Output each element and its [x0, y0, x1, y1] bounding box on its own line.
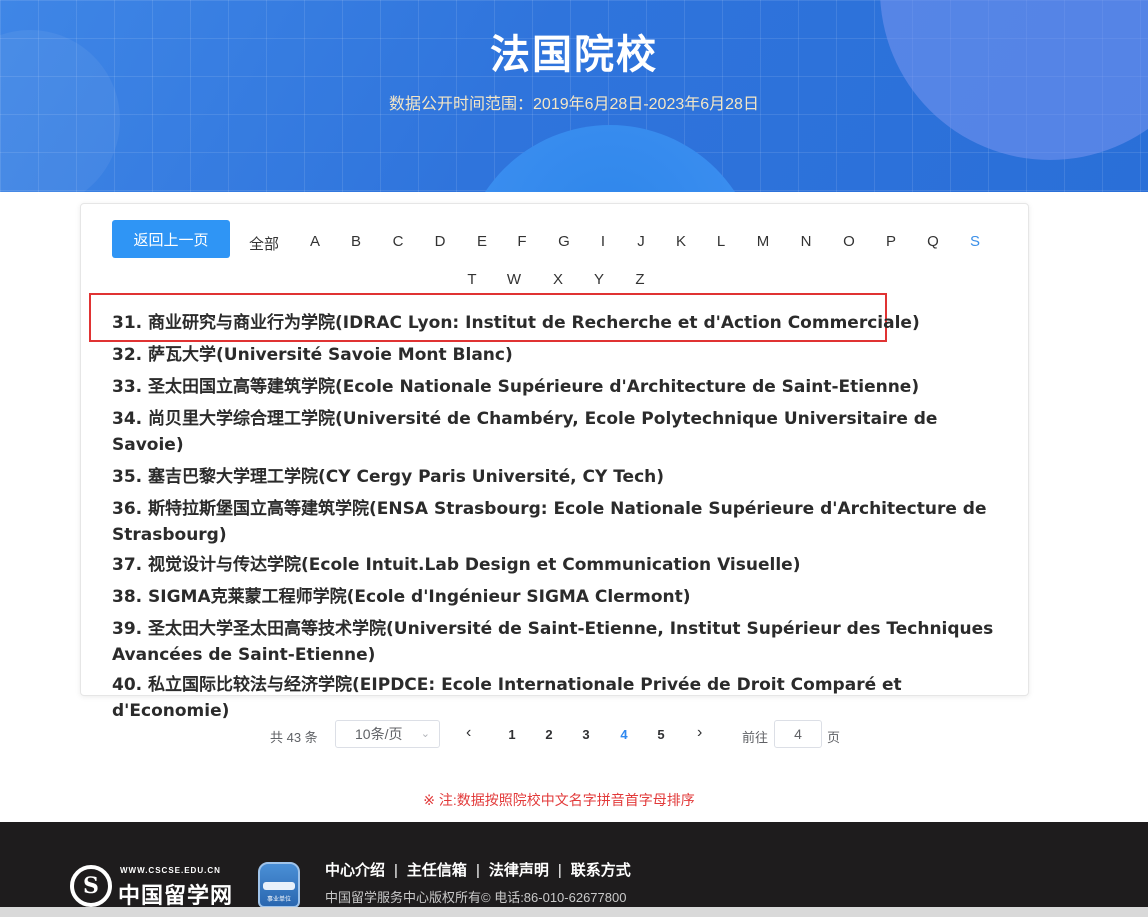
goto-page-suffix: 页	[827, 730, 841, 745]
sort-note: ※ 注:数据按照院校中文名字拼音首字母排序	[423, 792, 695, 808]
footer-link-separator: |	[557, 862, 562, 879]
filter-letter-n[interactable]: N	[801, 233, 812, 250]
logo-name: 中国留学网	[118, 883, 234, 909]
filter-letter-q[interactable]: Q	[927, 233, 939, 250]
filter-letter-o[interactable]: O	[843, 233, 855, 250]
school-list-item[interactable]: 35. 塞吉巴黎大学理工学院(CY Cergy Paris Université…	[112, 464, 1002, 490]
cscse-logo[interactable]: S WWW.CSCSE.EDU.CN 中国留学网	[70, 860, 235, 910]
page-number-1[interactable]: 1	[508, 727, 515, 742]
footer-link-contact[interactable]: 联系方式	[571, 862, 631, 879]
footer-link-about[interactable]: 中心介绍	[325, 862, 385, 879]
filter-letter-m[interactable]: M	[757, 233, 770, 250]
filter-letter-k[interactable]: K	[676, 233, 686, 250]
page-size-select[interactable]: 10条/页 ⌄	[335, 720, 440, 748]
school-list-item[interactable]: 36. 斯特拉斯堡国立高等建筑学院(ENSA Strasbourg: Ecole…	[112, 496, 1002, 548]
filter-letter-i[interactable]: I	[601, 233, 605, 250]
school-list-card: 返回上一页 全部 A B C D E F G I J K L M N O P Q S T W X Y Z 31. 商业研究…	[80, 203, 1029, 721]
badge-text: 事业单位	[266, 897, 291, 903]
filter-letter-f[interactable]: F	[517, 233, 526, 250]
filter-letter-g[interactable]: G	[558, 233, 570, 250]
filter-letter-w[interactable]: W	[507, 271, 521, 288]
filter-letter-t[interactable]: T	[467, 271, 476, 288]
footer-links: 中心介绍 | 主任信箱 | 法律声明 | 联系方式	[325, 859, 631, 880]
footer-link-separator: |	[394, 862, 398, 879]
goto-label: 前往	[742, 730, 769, 745]
page-banner: 法国院校 数据公开时间范围：2019年6月28日-2023年6月28日	[0, 0, 1148, 192]
filter-letter-a[interactable]: A	[310, 233, 320, 250]
logo-emblem-icon: S	[70, 865, 112, 907]
goto-page-input[interactable]	[774, 720, 822, 748]
badge-wave	[263, 882, 295, 890]
school-list-item[interactable]: 31. 商业研究与商业行为学院(IDRAC Lyon: Institut de …	[112, 310, 1002, 336]
institution-badge-icon[interactable]: 事业单位	[258, 862, 300, 908]
copyright: 中国留学服务中心版权所有© 电话:86-010-62677800	[325, 890, 627, 905]
filter-letter-x[interactable]: X	[553, 271, 563, 288]
filter-letter-c[interactable]: C	[393, 233, 404, 250]
filter-letter-e[interactable]: E	[477, 233, 487, 250]
school-list-item[interactable]: 40. 私立国际比较法与经济学院(EIPDCE: Ecole Internati…	[112, 672, 1002, 724]
filter-letter-d[interactable]: D	[435, 233, 446, 250]
school-list-item[interactable]: 33. 圣太田国立高等建筑学院(Ecole Nationale Supérieu…	[112, 374, 1002, 400]
filter-letter-b[interactable]: B	[351, 233, 361, 250]
page-number-4[interactable]: 4	[620, 727, 627, 742]
filter-letter-z[interactable]: Z	[635, 271, 644, 288]
total-count: 共 43 条	[270, 730, 318, 745]
page-number-5[interactable]: 5	[657, 727, 664, 742]
page-title: 法国院校	[490, 33, 658, 77]
page-number-3[interactable]: 3	[582, 727, 589, 742]
filter-all[interactable]: 全部	[249, 233, 279, 254]
school-list: 31. 商业研究与商业行为学院(IDRAC Lyon: Institut de …	[112, 310, 1002, 724]
filter-letter-l[interactable]: L	[717, 233, 725, 250]
back-button[interactable]: 返回上一页	[112, 220, 230, 258]
footer-link-legal[interactable]: 法律声明	[489, 862, 549, 879]
school-list-item[interactable]: 38. SIGMA克莱蒙工程师学院(Ecole d'Ingénieur SIGM…	[112, 584, 1002, 610]
school-list-item[interactable]: 37. 视觉设计与传达学院(Ecole Intuit.Lab Design et…	[112, 552, 1002, 578]
footer-link-director-mailbox[interactable]: 主任信箱	[407, 862, 467, 879]
footer: S WWW.CSCSE.EDU.CN 中国留学网 事业单位 中心介绍 | 主任信箱 |…	[0, 822, 1148, 917]
filter-letter-p[interactable]: P	[886, 233, 896, 250]
horizontal-scrollbar[interactable]	[0, 907, 1148, 917]
filter-letter-j[interactable]: J	[637, 233, 645, 250]
filter-letter-s[interactable]: S	[970, 233, 980, 250]
school-list-item[interactable]: 34. 尚贝里大学综合理工学院(Université de Chambéry, …	[112, 406, 1002, 458]
footer-link-separator: |	[475, 862, 480, 879]
chevron-down-icon: ⌄	[420, 728, 430, 740]
page-number-2[interactable]: 2	[545, 727, 552, 742]
page-size-value: 10条/页	[355, 726, 403, 742]
school-list-item[interactable]: 39. 圣太田大学圣太田高等技术学院(Université de Saint-E…	[112, 616, 1002, 668]
next-page-icon[interactable]: ›	[697, 724, 702, 742]
filter-letter-y[interactable]: Y	[594, 271, 604, 288]
prev-page-icon[interactable]: ‹	[466, 724, 471, 742]
data-date-range: 数据公开时间范围：2019年6月28日-2023年6月28日	[389, 96, 759, 113]
logo-url: WWW.CSCSE.EDU.CN	[120, 866, 221, 875]
school-list-item[interactable]: 32. 萨瓦大学(Université Savoie Mont Blanc)	[112, 342, 1002, 368]
